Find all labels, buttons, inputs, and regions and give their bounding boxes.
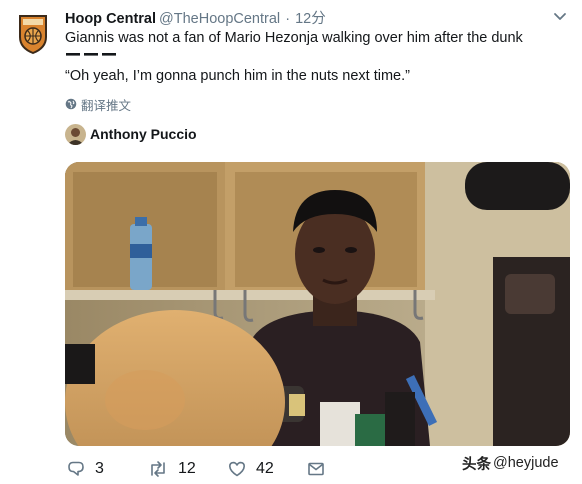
display-name[interactable]: Hoop Central — [65, 11, 156, 27]
author-name: Anthony Puccio — [90, 126, 197, 142]
tweet-text-line-1: Giannis was not a fan of Mario Hezonja w… — [65, 30, 523, 46]
reply-count: 3 — [95, 460, 104, 477]
direct-message-button[interactable] — [307, 458, 325, 480]
like-count: 42 — [256, 460, 274, 477]
user-handle[interactable]: @TheHoopCentral — [159, 11, 280, 27]
video-frame — [65, 162, 570, 446]
watermark: 头条 @heyjude — [462, 452, 559, 474]
like-button[interactable]: 42 — [228, 458, 274, 480]
translate-label: 翻译推文 — [81, 98, 132, 113]
hoop-central-logo — [19, 15, 47, 55]
retweet-count: 12 — [178, 460, 196, 477]
reply-icon — [68, 461, 84, 476]
watermark-handle: @heyjude — [493, 455, 559, 471]
reply-button[interactable]: 3 — [67, 458, 104, 480]
globe-icon — [65, 98, 77, 110]
author-avatar — [65, 123, 86, 145]
like-icon — [229, 461, 245, 477]
dash-separator — [66, 53, 116, 56]
separator-dot: · — [285, 11, 291, 27]
message-icon — [308, 462, 324, 476]
tweet-text-line-2: “Oh yeah, I’m gonna punch him in the nut… — [65, 68, 410, 84]
tweet-header: Hoop Central @TheHoopCentral · 12分 — [65, 9, 555, 29]
tweet-card: Hoop Central @TheHoopCentral · 12分 Gianni… — [0, 0, 582, 484]
timestamp[interactable]: 12分 — [295, 11, 326, 27]
retweet-button[interactable]: 12 — [148, 458, 196, 480]
retweet-icon — [151, 461, 165, 477]
account-avatar[interactable] — [17, 13, 49, 55]
chevron-down-icon[interactable] — [553, 12, 567, 22]
media-author[interactable]: Anthony Puccio — [65, 123, 197, 145]
translate-tweet-link[interactable]: 翻译推文 — [65, 95, 131, 113]
watermark-platform: 头条 — [462, 456, 491, 473]
tweet-video[interactable] — [65, 162, 570, 446]
